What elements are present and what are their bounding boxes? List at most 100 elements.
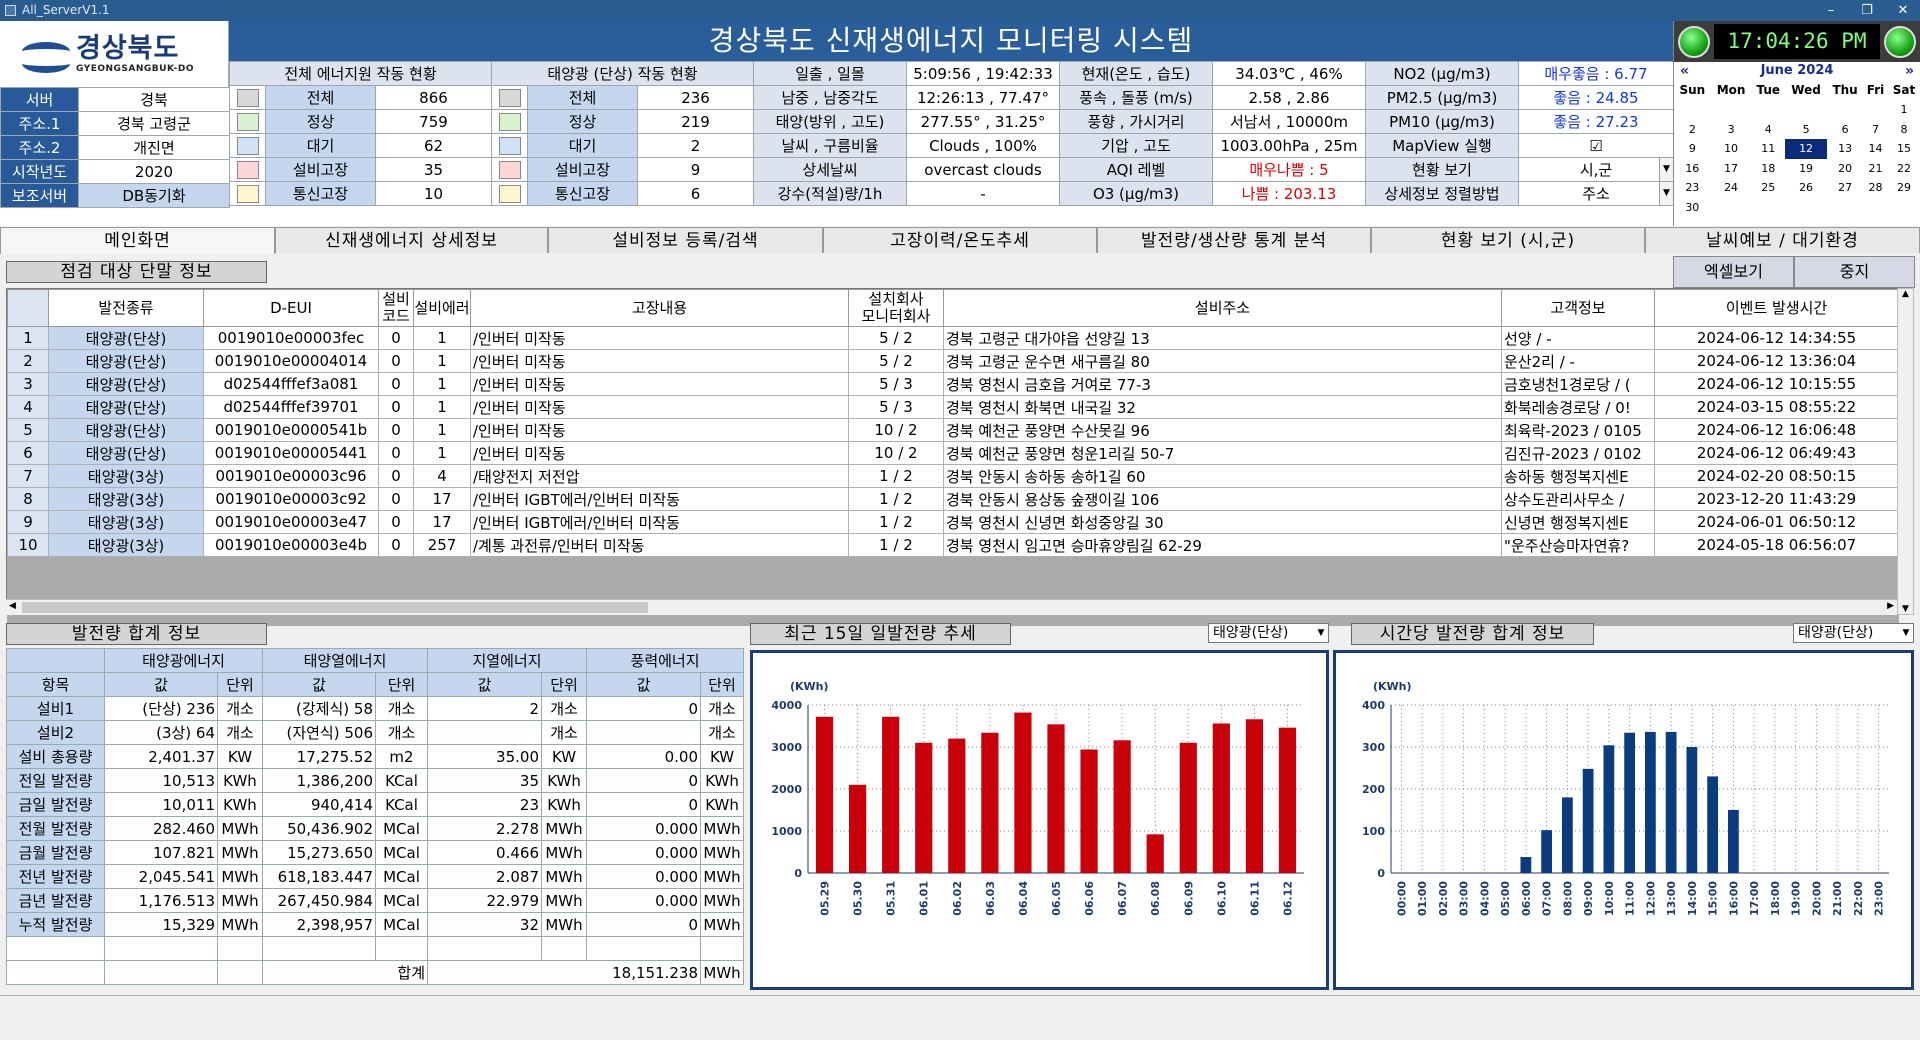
calendar-day[interactable]: 4 <box>1827 198 1863 218</box>
table-row[interactable]: 6 태양광(단상) 0019010e00005441 0 1/인버터 미작동 10 / 2… <box>7 441 1899 465</box>
db-sync-button[interactable]: DB동기화 <box>78 183 230 208</box>
calendar-day[interactable]: 20 <box>1827 159 1863 179</box>
chevron-down-icon[interactable]: ▼ <box>1659 158 1673 181</box>
calendar-day[interactable]: 22 <box>1888 159 1920 179</box>
calendar-day[interactable]: 10 <box>1711 139 1752 159</box>
column-header[interactable]: 설비 코드 <box>378 289 414 327</box>
calendar-day[interactable]: 29 <box>1785 100 1827 120</box>
hourly-chart-dropdown[interactable]: 태양광(단상) ▼ <box>1793 623 1914 643</box>
scroll-right-icon[interactable]: ▶ <box>1887 601 1894 611</box>
summary-cell: MWh <box>540 864 588 889</box>
excel-view-button[interactable]: 엑셀보기 <box>1673 256 1794 288</box>
calendar-day[interactable]: 26 <box>1674 100 1711 120</box>
chevron-down-icon[interactable]: ▼ <box>1659 182 1673 205</box>
weather-value: 2.58 , 2.86 <box>1212 85 1366 110</box>
calendar-day[interactable]: 1 <box>1711 198 1752 218</box>
calendar-day[interactable]: 3 <box>1785 198 1827 218</box>
tab-main[interactable]: 메인화면 <box>0 227 275 254</box>
summary-subheader: 단위 <box>540 672 588 697</box>
calendar-day[interactable]: 16 <box>1674 159 1711 179</box>
horizontal-scrollbar[interactable]: ◀ ▶ <box>6 599 1897 615</box>
table-row[interactable]: 5 태양광(단상) 0019010e0000541b 0 1/인버터 미작동 10 / 2… <box>7 418 1899 442</box>
calendar-day[interactable]: 2 <box>1674 120 1711 140</box>
table-row[interactable]: 7 태양광(3상) 0019010e00003c96 0 4/태양전지 저전압 1 / 2… <box>7 464 1899 488</box>
column-header[interactable]: 설비에러 <box>413 289 471 327</box>
calendar-day[interactable]: 24 <box>1711 178 1752 198</box>
calendar-day[interactable]: 28 <box>1863 178 1888 198</box>
row-number: 4 <box>7 395 49 419</box>
table-row[interactable]: 10 태양광(3상) 0019010e00003e4b 0 257/계통 과전류/인버터… <box>7 533 1899 557</box>
calendar-day[interactable]: 1 <box>1888 100 1920 120</box>
calendar-day[interactable]: 23 <box>1674 178 1711 198</box>
calendar-day[interactable]: 30 <box>1827 100 1863 120</box>
calendar-day[interactable]: 6 <box>1888 198 1920 218</box>
table-cell: 송하동 행정복지센E <box>1501 464 1655 488</box>
calendar-day[interactable]: 29 <box>1888 178 1920 198</box>
calendar-day[interactable]: 14 <box>1863 139 1888 159</box>
calendar-day[interactable]: 6 <box>1827 120 1863 140</box>
table-row[interactable]: 2 태양광(단상) 0019010e00004014 0 1/인버터 미작동 5 / 2경… <box>7 349 1899 373</box>
calendar-day[interactable]: 21 <box>1863 159 1888 179</box>
column-header[interactable]: 고장내용 <box>470 289 849 327</box>
chevron-down-icon[interactable]: ▼ <box>1899 624 1913 642</box>
tab-register-search[interactable]: 설비정보 등록/검색 <box>548 227 823 253</box>
column-header[interactable]: 이벤트 발생시간 <box>1654 289 1899 327</box>
minimize-icon[interactable]: – <box>1813 0 1849 21</box>
calendar-day[interactable]: 28 <box>1752 100 1786 120</box>
vertical-scrollbar[interactable]: ▲ ▼ <box>1897 288 1914 615</box>
calendar-day[interactable]: 12 <box>1785 139 1828 159</box>
calendar-day[interactable]: 13 <box>1827 139 1863 159</box>
calendar-day[interactable]: 27 <box>1827 178 1863 198</box>
table-row[interactable]: 9 태양광(3상) 0019010e00003e47 0 17/인버터 IGBT에러/인… <box>7 510 1899 534</box>
calendar-day[interactable]: 5 <box>1785 120 1827 140</box>
tab-city-status[interactable]: 현황 보기 (시,군) <box>1371 227 1645 253</box>
calendar-day[interactable]: 25 <box>1752 178 1786 198</box>
next-month-icon[interactable]: » <box>1905 62 1914 80</box>
column-header[interactable]: 발전종류 <box>48 289 204 327</box>
scroll-thumb[interactable] <box>22 602 648 613</box>
prev-month-icon[interactable]: « <box>1680 62 1689 80</box>
calendar-day[interactable]: 5 <box>1863 198 1888 218</box>
chevron-down-icon[interactable]: ▼ <box>1314 624 1328 642</box>
calendar-day[interactable]: 19 <box>1785 159 1827 179</box>
tab-detail[interactable]: 신재생에너지 상세정보 <box>275 227 548 253</box>
summary-subheader: 값 <box>427 672 542 697</box>
table-row[interactable]: 8 태양광(3상) 0019010e00003c92 0 17/인버터 IGBT에러/인… <box>7 487 1899 511</box>
column-header[interactable]: 설치회사 모니터회사 <box>848 289 944 327</box>
mapview-checkbox[interactable]: ☑ <box>1518 133 1674 158</box>
calendar-day[interactable]: 11 <box>1752 139 1786 159</box>
table-row[interactable]: 1 태양광(단상) 0019010e00003fec 0 1/인버터 미작동 5 / 2경… <box>7 326 1899 350</box>
calendar-day[interactable]: 3 <box>1711 120 1752 140</box>
daily-chart-dropdown[interactable]: 태양광(단상) ▼ <box>1208 623 1329 643</box>
calendar-day[interactable]: 27 <box>1711 100 1752 120</box>
tab-fault-history[interactable]: 고장이력/온도추세 <box>823 227 1097 253</box>
table-row[interactable]: 3 태양광(단상) d02544fffef3a081 0 1/인버터 미작동 5 / 3경… <box>7 372 1899 396</box>
x-tick-label: 22:00 <box>1852 881 1865 916</box>
column-header[interactable]: 설비주소 <box>943 289 1502 327</box>
stop-button[interactable]: 중지 <box>1794 256 1915 288</box>
maximize-icon[interactable]: ❐ <box>1849 0 1885 21</box>
calendar-day[interactable]: 17 <box>1711 159 1752 179</box>
calendar-day[interactable]: 31 <box>1863 100 1888 120</box>
calendar-day[interactable]: 4 <box>1752 120 1786 140</box>
table-row[interactable]: 4 태양광(단상) d02544fffef39701 0 1/인버터 미작동 5 / 3경… <box>7 395 1899 419</box>
scroll-down-icon[interactable]: ▼ <box>1898 604 1913 614</box>
calendar-day[interactable]: 18 <box>1752 159 1786 179</box>
close-icon[interactable]: ✕ <box>1885 0 1920 21</box>
calendar-day[interactable]: 8 <box>1888 120 1920 140</box>
calendar-day[interactable]: 26 <box>1785 178 1827 198</box>
scroll-up-icon[interactable]: ▲ <box>1898 289 1913 299</box>
calendar-day[interactable]: 2 <box>1752 198 1786 218</box>
sort-method-select[interactable]: 주소 ▼ <box>1518 181 1674 206</box>
view-mode-select[interactable]: 시,군 ▼ <box>1518 157 1674 182</box>
calendar-day[interactable]: 15 <box>1888 139 1920 159</box>
weather-label: 태양(방위 , 고도) <box>753 109 907 134</box>
calendar-day[interactable]: 9 <box>1674 139 1711 159</box>
calendar-day[interactable]: 30 <box>1674 198 1711 218</box>
tab-statistics[interactable]: 발전량/생산량 통계 분석 <box>1097 227 1371 253</box>
column-header[interactable]: D-EUI <box>203 289 379 327</box>
calendar-day[interactable]: 7 <box>1863 120 1888 140</box>
tab-weather[interactable]: 날씨예보 / 대기환경 <box>1645 227 1920 253</box>
scroll-left-icon[interactable]: ◀ <box>9 601 16 611</box>
column-header[interactable]: 고객정보 <box>1501 289 1655 327</box>
